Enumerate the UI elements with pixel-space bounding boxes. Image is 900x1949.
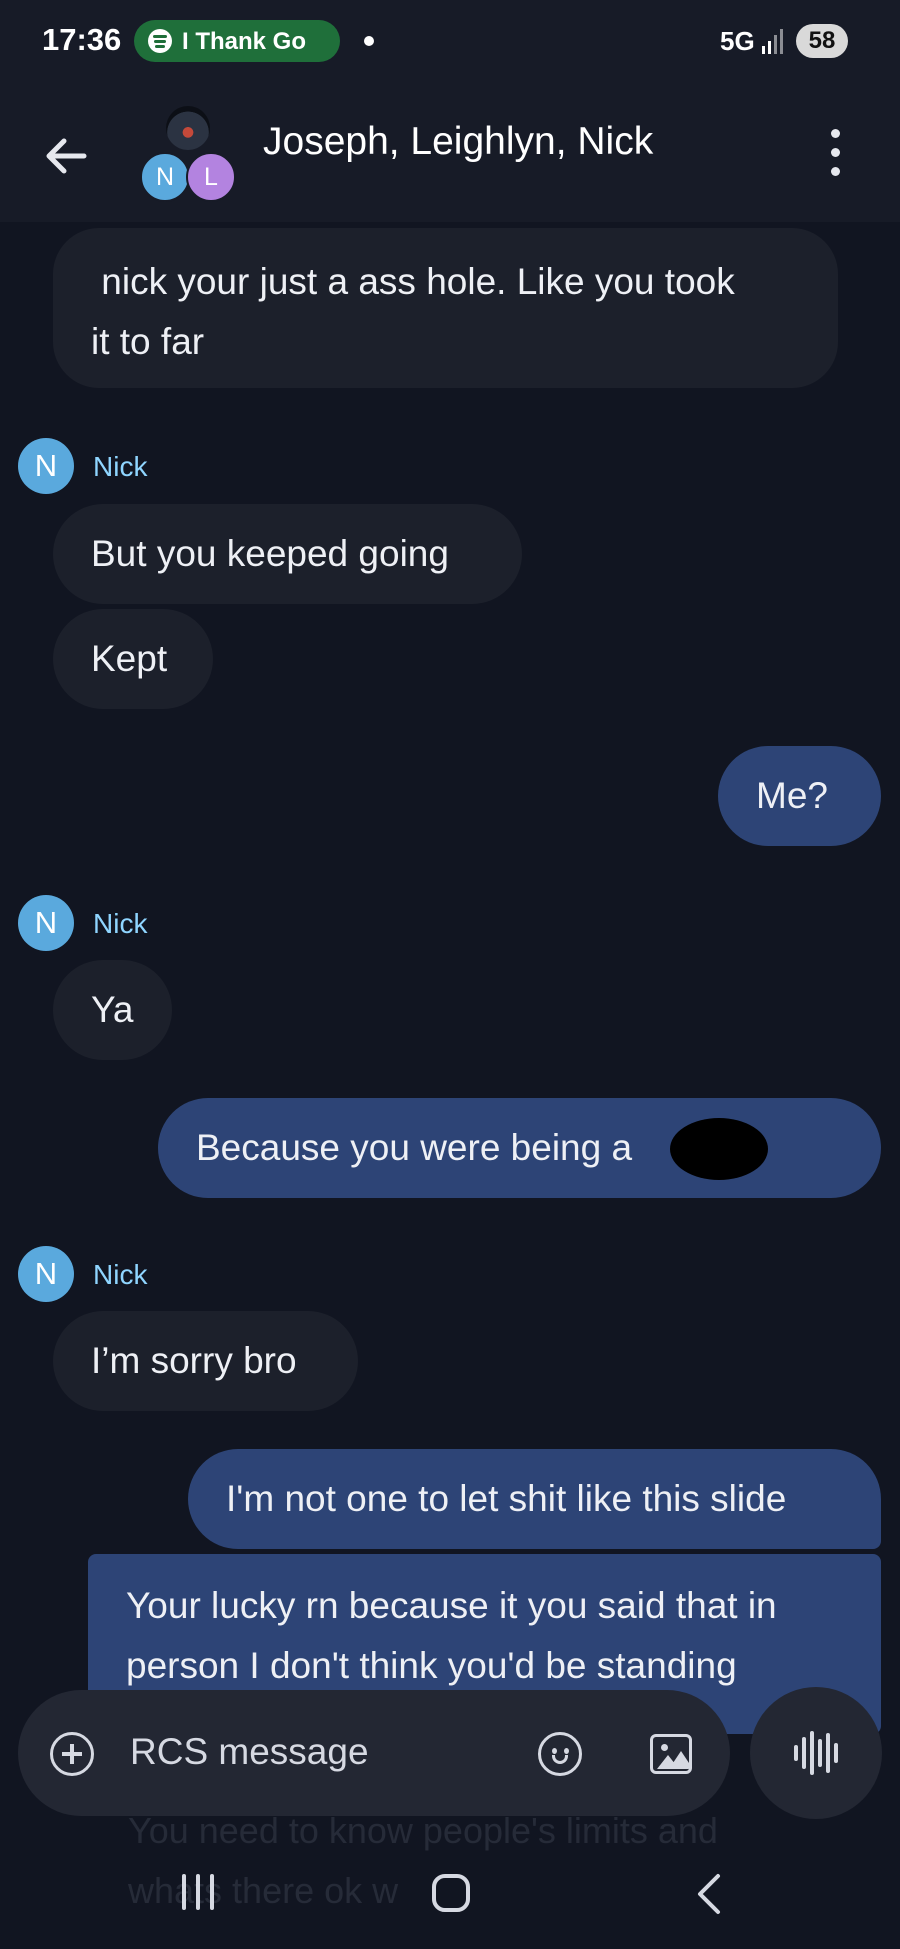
image-icon[interactable]	[650, 1734, 692, 1774]
message-bubble-incoming[interactable]: nick your just a ass hole. Like you took…	[53, 228, 838, 388]
group-avatar[interactable]: N L	[140, 106, 236, 202]
sender-label: N Nick	[18, 438, 318, 498]
network-type: 5G	[720, 26, 755, 56]
system-back-button[interactable]	[690, 1872, 730, 1916]
conversation-title[interactable]: Joseph, Leighlyn, Nick	[263, 120, 653, 164]
system-navigation-bar	[0, 1836, 900, 1949]
message-bubble-incoming[interactable]: Ya	[53, 960, 172, 1060]
voice-message-button[interactable]	[750, 1687, 882, 1819]
message-bubble-incoming[interactable]: I’m sorry bro	[53, 1311, 358, 1411]
message-bubble-outgoing[interactable]: Me?	[718, 746, 881, 846]
add-circle-icon[interactable]	[50, 1732, 94, 1776]
battery-indicator: 58	[796, 24, 848, 58]
sender-avatar: N	[18, 438, 74, 494]
back-arrow-icon	[46, 138, 87, 174]
message-bubble-outgoing[interactable]: I'm not one to let shit like this slide	[188, 1449, 881, 1549]
notification-dot-icon	[364, 36, 374, 46]
home-button[interactable]	[432, 1874, 470, 1912]
sender-name: Nick	[93, 908, 148, 939]
emoji-icon[interactable]	[538, 1732, 582, 1776]
chevron-left-icon	[698, 1874, 720, 1914]
message-bubble-outgoing[interactable]: Because you were being a bro	[158, 1098, 881, 1198]
redaction-scribble	[670, 1118, 768, 1180]
media-chip[interactable]: I Thank Go	[134, 20, 340, 62]
spotify-icon	[148, 29, 172, 53]
sender-label: N Nick	[18, 895, 318, 955]
media-text: I Thank Go	[182, 28, 307, 55]
back-button[interactable]	[40, 130, 92, 182]
sender-avatar: N	[18, 895, 74, 951]
group-photo	[166, 106, 210, 150]
recents-button[interactable]	[182, 1874, 222, 1910]
more-options-button[interactable]	[820, 126, 850, 180]
message-input[interactable]	[130, 1724, 430, 1780]
message-bubble-incoming[interactable]: Kept	[53, 609, 213, 709]
conversation-header: N L Joseph, Leighlyn, Nick	[0, 86, 900, 222]
message-thread[interactable]: nick your just a ass hole. Like you took…	[0, 222, 900, 1742]
status-time: 17:36	[42, 22, 122, 57]
sender-name: Nick	[93, 1259, 148, 1290]
status-bar: 17:36 I Thank Go 5G 58	[0, 0, 900, 86]
sender-label: N Nick	[18, 1246, 318, 1306]
avatar-l: L	[186, 152, 236, 202]
sender-avatar: N	[18, 1246, 74, 1302]
signal-icon	[762, 28, 786, 54]
message-composer	[18, 1690, 730, 1816]
message-bubble-incoming[interactable]: But you keeped going	[53, 504, 522, 604]
avatar-n: N	[140, 152, 190, 202]
sender-name: Nick	[93, 451, 148, 482]
